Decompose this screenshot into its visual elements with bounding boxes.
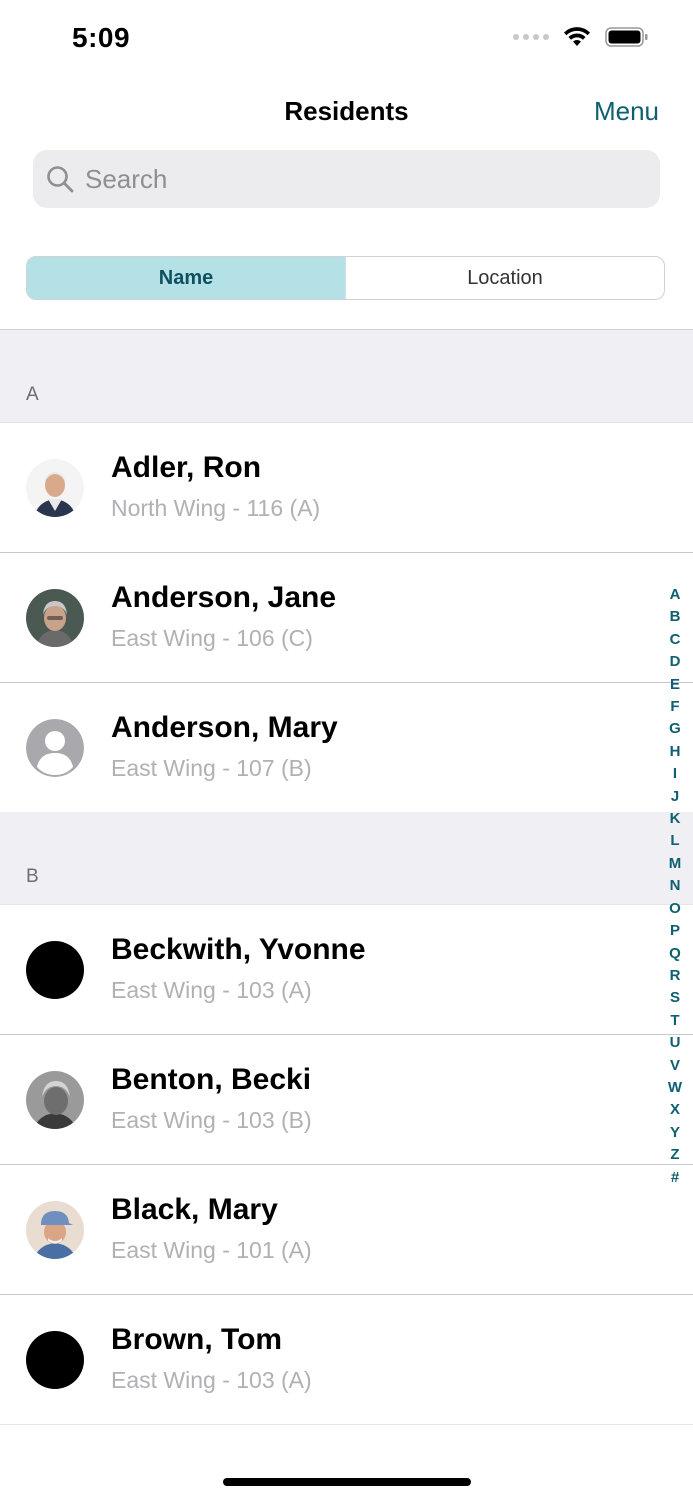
index-letter[interactable]: R	[670, 965, 681, 987]
battery-icon	[605, 27, 648, 47]
index-letter[interactable]: Z	[670, 1144, 679, 1166]
resident-name: Adler, Ron	[111, 451, 262, 484]
page-title: Residents	[284, 96, 409, 126]
index-letter[interactable]: M	[669, 853, 682, 875]
index-letter[interactable]: A	[670, 584, 681, 606]
resident-photo-icon	[26, 459, 84, 517]
avatar	[26, 589, 84, 647]
sort-segmented-control: Name Location	[26, 256, 665, 300]
menu-button[interactable]: Menu	[594, 96, 659, 127]
index-letter[interactable]: T	[670, 1010, 679, 1032]
avatar	[26, 1331, 84, 1389]
resident-name: Anderson, Jane	[111, 581, 337, 614]
status-time: 5:09	[72, 22, 131, 53]
list-item[interactable]: Anderson, Jane East Wing - 106 (C)	[0, 552, 693, 682]
avatar	[26, 1071, 84, 1129]
status-icons	[513, 26, 649, 48]
list-item[interactable]: Beckwith, Yvonne East Wing - 103 (A)	[0, 904, 693, 1034]
index-letter[interactable]: K	[670, 808, 681, 830]
section-index[interactable]: A B C D E F G H I J K L M N O P Q R S T U V W X Y Z #	[663, 584, 687, 1189]
index-letter[interactable]: J	[671, 786, 679, 808]
avatar	[26, 1201, 84, 1259]
index-letter[interactable]: Q	[669, 943, 681, 965]
avatar	[26, 941, 84, 999]
resident-photo-icon	[26, 589, 84, 647]
index-letter[interactable]: S	[670, 987, 680, 1009]
index-letter[interactable]: L	[670, 830, 679, 852]
resident-name: Black, Mary	[111, 1193, 278, 1226]
index-letter[interactable]: N	[670, 875, 681, 897]
home-indicator[interactable]	[223, 1478, 471, 1486]
index-letter[interactable]: V	[670, 1055, 680, 1077]
index-letter[interactable]: G	[669, 718, 681, 740]
cellular-signal-icon	[513, 34, 549, 40]
resident-location: East Wing - 106 (C)	[111, 625, 313, 651]
index-letter[interactable]: X	[670, 1099, 680, 1121]
section-letter: A	[26, 384, 39, 405]
bottom-safe-area	[0, 1444, 693, 1500]
resident-name: Beckwith, Yvonne	[111, 933, 366, 966]
index-letter[interactable]: P	[670, 920, 680, 942]
index-letter[interactable]: I	[673, 763, 677, 785]
resident-name: Anderson, Mary	[111, 711, 338, 744]
index-letter[interactable]: D	[670, 651, 681, 673]
resident-location: East Wing - 101 (A)	[111, 1237, 312, 1263]
resident-photo-icon	[26, 1201, 84, 1259]
resident-location: East Wing - 103 (A)	[111, 977, 312, 1003]
index-letter[interactable]: U	[670, 1032, 681, 1054]
search-input[interactable]	[83, 162, 627, 196]
index-letter[interactable]: B	[670, 606, 681, 628]
resident-name: Brown, Tom	[111, 1323, 283, 1356]
list-item[interactable]: Black, Mary East Wing - 101 (A)	[0, 1164, 693, 1294]
placeholder-person-icon	[26, 719, 84, 777]
resident-location: North Wing - 116 (A)	[111, 495, 321, 521]
list-item[interactable]: Anderson, Mary East Wing - 107 (B)	[0, 682, 693, 812]
residents-list[interactable]: A Adler, Ron North Wing - 116 (A) Anders…	[0, 329, 693, 1430]
resident-name: Benton, Becki	[111, 1063, 312, 1096]
index-letter[interactable]: W	[668, 1077, 682, 1099]
status-bar: 5:09	[0, 0, 693, 80]
resident-photo-icon	[26, 1071, 84, 1129]
section-letter: B	[26, 866, 39, 887]
search-icon	[47, 166, 74, 193]
index-letter[interactable]: H	[670, 741, 681, 763]
list-item[interactable]: Benton, Becki East Wing - 103 (B)	[0, 1034, 693, 1164]
list-item[interactable]: Brown, Tom East Wing - 103 (A)	[0, 1294, 693, 1425]
navigation-bar: Residents Menu	[0, 80, 693, 144]
section-header-b: B	[0, 812, 693, 904]
search-bar[interactable]	[33, 150, 660, 208]
index-letter[interactable]: E	[670, 674, 680, 696]
segment-name[interactable]: Name	[27, 257, 346, 299]
index-letter[interactable]: F	[670, 696, 679, 718]
index-letter[interactable]: O	[669, 898, 681, 920]
list-item[interactable]: Adler, Ron North Wing - 116 (A)	[0, 422, 693, 552]
section-header-a: A	[0, 330, 693, 422]
avatar	[26, 459, 84, 517]
wifi-icon	[564, 27, 590, 46]
index-letter[interactable]: Y	[670, 1122, 680, 1144]
index-letter[interactable]: C	[670, 629, 681, 651]
avatar	[26, 719, 84, 777]
segment-location[interactable]: Location	[346, 257, 664, 299]
resident-location: East Wing - 103 (A)	[111, 1367, 312, 1393]
index-letter[interactable]: #	[671, 1167, 679, 1189]
resident-location: East Wing - 107 (B)	[111, 755, 312, 781]
resident-location: East Wing - 103 (B)	[111, 1107, 312, 1133]
